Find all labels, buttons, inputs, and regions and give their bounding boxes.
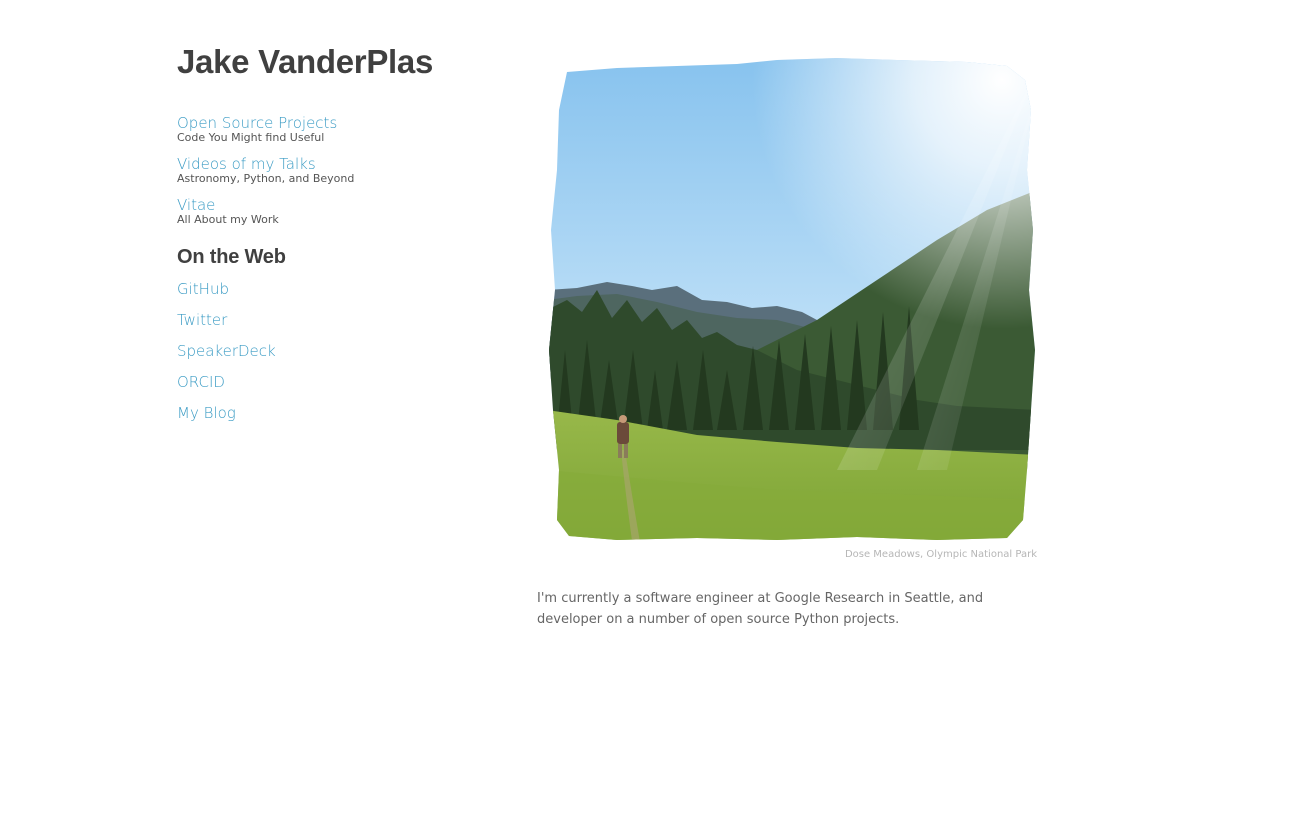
github-link[interactable]: GitHub	[177, 274, 507, 305]
site-title[interactable]: Jake VanderPlas	[177, 40, 507, 84]
on-the-web-heading: On the Web	[177, 246, 286, 268]
web-links: GitHub Twitter SpeakerDeck ORCID My Blog	[177, 274, 507, 429]
speakerdeck-link[interactable]: SpeakerDeck	[177, 336, 507, 367]
nav-item-talks: Videos of my Talks Astronomy, Python, an…	[177, 155, 507, 186]
blog-link[interactable]: My Blog	[177, 398, 507, 429]
bio-paragraph: I'm currently a software engineer at Goo…	[537, 591, 984, 627]
meadow-landscape-image	[549, 58, 1035, 540]
twitter-link[interactable]: Twitter	[177, 305, 507, 336]
nav-subtitle-talks: Astronomy, Python, and Beyond	[177, 172, 355, 185]
primary-nav: Open Source Projects Code You Might find…	[177, 114, 507, 227]
hero-photo	[537, 50, 1037, 548]
sidebar: Jake VanderPlas Open Source Projects Cod…	[177, 40, 507, 429]
photo-caption: Dose Meadows, Olympic National Park	[844, 549, 1037, 560]
nav-subtitle-projects: Code You Might find Useful	[177, 131, 325, 144]
main-content: Dose Meadows, Olympic National Park I'm …	[537, 50, 1037, 643]
nav-item-projects: Open Source Projects Code You Might find…	[177, 114, 507, 145]
nav-subtitle-vitae: All About my Work	[177, 213, 279, 226]
orcid-link[interactable]: ORCID	[177, 367, 507, 398]
nav-item-vitae: Vitae All About my Work	[177, 196, 507, 227]
